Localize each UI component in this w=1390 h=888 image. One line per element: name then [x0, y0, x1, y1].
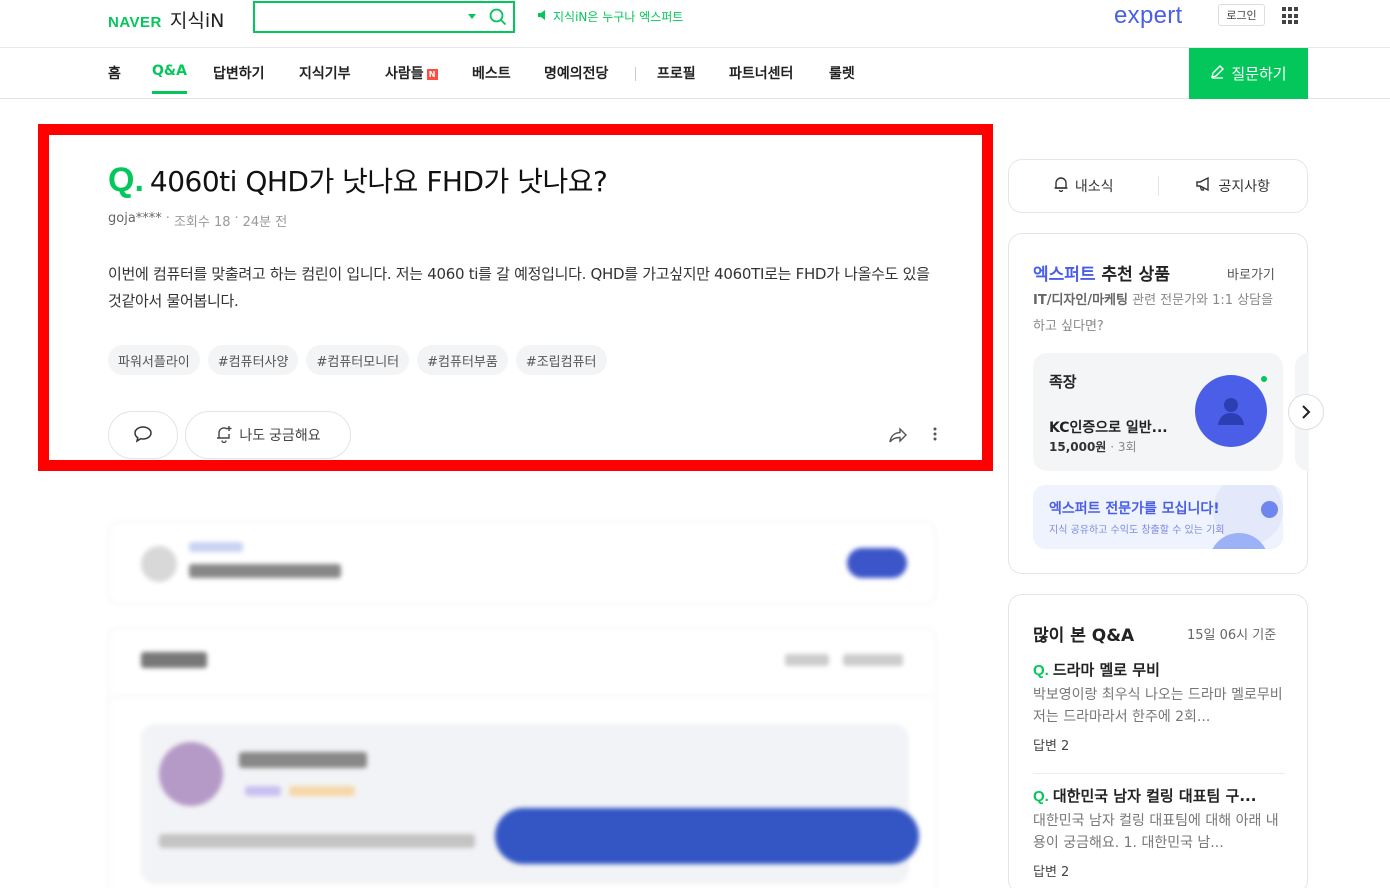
popular-qa-item[interactable]: Q. 대한민국 남자 컬링 대표팀 구... 대한민국 남자 컬링 대표팀에 대해… [1033, 785, 1285, 880]
popular-qa-body: 박보영이랑 최우식 나오는 드라마 멜로무비 저는 드라마라서 한주에 2회..… [1033, 687, 1283, 725]
blurred-answer-section [108, 627, 937, 888]
ask-question-button[interactable]: 질문하기 [1189, 48, 1308, 99]
ask-question-label: 질문하기 [1231, 66, 1287, 83]
expert-recommend-box: 엑스퍼트 추천 상품 바로가기 IT/디자인/마케팅 관련 전문가와 1:1 상… [1008, 233, 1309, 574]
popular-qa-question: Q. 대한민국 남자 컬링 대표팀 구... [1033, 785, 1285, 806]
popular-qa-answer-count: 답변 2 [1033, 865, 1070, 880]
search-box [253, 1, 515, 33]
naver-logo-text: NAVER [108, 14, 162, 31]
highlight-frame [38, 124, 993, 471]
popular-qa-divider [1033, 773, 1285, 774]
nav-hall-of-fame[interactable]: 명예의전당 [544, 63, 608, 83]
expert-recruit-banner[interactable]: 엑스퍼트 전문가를 모십니다! 지식 공유하고 수익도 창출할 수 있는 기회 [1033, 485, 1283, 549]
jisikin-logo-text: 지식iN [169, 10, 225, 32]
top-header: NAVER 지식iN 지식iN은 누구나 엑스퍼트 expert 로그인 [0, 0, 1390, 48]
nav-home[interactable]: 홈 [108, 63, 121, 83]
expert-logo[interactable]: expert [1114, 2, 1183, 30]
popular-qa-answer-count: 답변 2 [1033, 739, 1070, 754]
expert-title-blue: 엑스퍼트 [1033, 265, 1096, 285]
product-name: KC인증으로 일반... [1049, 420, 1168, 436]
popular-qa-body: 대한민국 남자 컬링 대표팀에 대해 아래 내용이 궁금해요. 1. 대한민국 … [1033, 813, 1279, 851]
search-input[interactable] [263, 8, 453, 26]
expert-box-title: 엑스퍼트 추천 상품 [1033, 260, 1170, 285]
recruit-subtitle: 지식 공유하고 수익도 창출할 수 있는 기회 [1049, 525, 1225, 536]
expert-avatar [1195, 375, 1267, 447]
product-count: 3회 [1117, 440, 1137, 454]
search-dropdown-icon[interactable] [468, 14, 476, 19]
nav-best[interactable]: 베스트 [472, 63, 511, 83]
popular-qa-item[interactable]: Q. 드라마 멜로 무비 박보영이랑 최우식 나오는 드라마 멜로무비 저는 드라… [1033, 659, 1285, 754]
person-icon [1218, 398, 1244, 425]
popular-qa-title: 많이 본 Q&A [1033, 626, 1135, 646]
megaphone-icon [1195, 176, 1212, 196]
expert-desc-category: IT/디자인/마케팅 [1033, 293, 1128, 308]
new-badge: N [426, 69, 438, 80]
popular-qa-question-text: 드라마 멜로 무비 [1052, 661, 1160, 679]
popular-qa-time: 15일 06시 기준 [1187, 628, 1277, 643]
expert-title-rest: 추천 상품 [1101, 265, 1170, 285]
pencil-icon [1210, 64, 1225, 83]
carousel-next-button[interactable] [1288, 394, 1324, 430]
blurred-answer-prompt [108, 521, 936, 605]
product-keyword: 족장 [1049, 373, 1077, 391]
nav-profile[interactable]: 프로필 [657, 63, 696, 83]
banner-decoration [1261, 501, 1278, 518]
nav-roulette[interactable]: 룰렛 [829, 63, 855, 83]
expert-notice-text: 지식iN은 누구나 엑스퍼트 [553, 10, 684, 24]
popular-qa-question-text: 대한민국 남자 컬링 대표팀 구... [1052, 787, 1257, 805]
expert-description: IT/디자인/마케팅 관련 전문가와 1:1 상담을 하고 싶다면? [1033, 288, 1285, 340]
online-status-dot [1261, 376, 1267, 382]
nav-donation[interactable]: 지식기부 [299, 63, 351, 83]
tab-notice-label: 공지사항 [1218, 179, 1271, 195]
main-nav: 홈 Q&A 답변하기 지식기부 사람들 N 베스트 명예의전당 프로필 파트너센터… [0, 48, 1390, 99]
nav-qa[interactable]: Q&A [152, 63, 187, 94]
speaker-icon [537, 9, 549, 24]
naver-jisikin-logo[interactable]: NAVER 지식iN [108, 6, 224, 33]
login-button[interactable]: 로그인 [1218, 4, 1265, 26]
product-price: 15,000원 [1049, 440, 1107, 454]
expert-shortcut-link[interactable]: 바로가기 [1227, 264, 1275, 283]
nav-people-label: 사람들 [385, 66, 424, 82]
expert-product-card[interactable]: 족장 KC인증으로 일반... 15,000원 · 3회 [1033, 353, 1283, 471]
tab-my-news[interactable]: 내소식 [1009, 176, 1158, 196]
search-icon[interactable] [489, 8, 507, 30]
apps-grid-icon[interactable] [1282, 7, 1300, 25]
popular-qa-box: 많이 본 Q&A 15일 06시 기준 Q. 드라마 멜로 무비 박보영이랑 최우… [1008, 594, 1308, 888]
product-price-row: 15,000원 · 3회 [1049, 438, 1137, 455]
nav-answer[interactable]: 답변하기 [213, 63, 265, 83]
nav-partner-center[interactable]: 파트너센터 [729, 63, 793, 83]
tab-notice[interactable]: 공지사항 [1159, 176, 1308, 196]
question-mark: Q. [1033, 662, 1049, 679]
expert-notice-link[interactable]: 지식iN은 누구나 엑스퍼트 [537, 8, 683, 25]
notification-tabs: 내소식 공지사항 [1008, 159, 1308, 213]
meta-dot: · [1110, 440, 1118, 454]
recruit-title: 엑스퍼트 전문가를 모십니다! [1049, 501, 1220, 517]
bell-icon [1053, 176, 1069, 196]
chevron-right-icon [1302, 405, 1311, 419]
nav-people[interactable]: 사람들 N [385, 63, 438, 83]
question-mark: Q. [1033, 788, 1049, 805]
tab-my-news-label: 내소식 [1074, 179, 1114, 195]
popular-qa-question: Q. 드라마 멜로 무비 [1033, 659, 1285, 680]
nav-divider [635, 67, 636, 81]
